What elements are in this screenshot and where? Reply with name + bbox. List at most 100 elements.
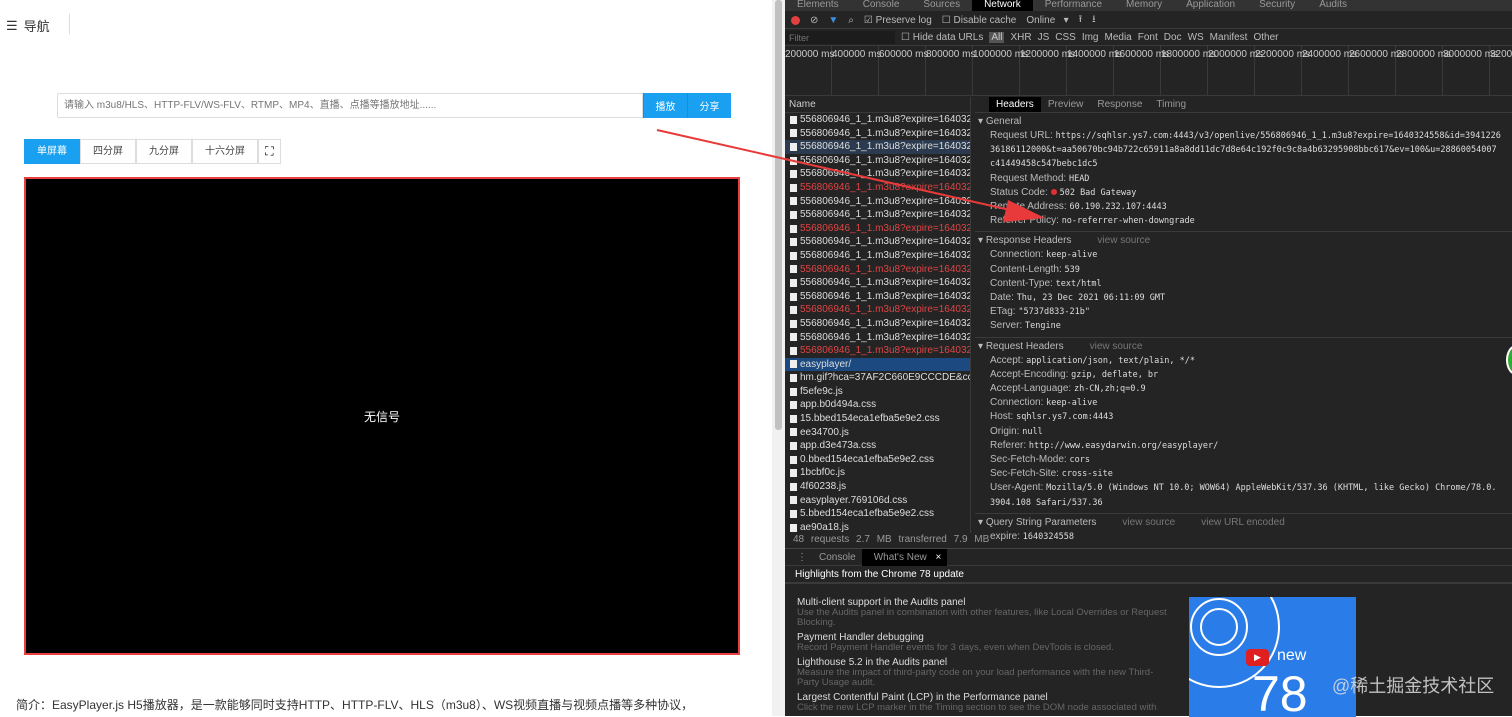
filter-type-doc[interactable]: Doc: [1164, 32, 1182, 43]
tab-performance[interactable]: Performance: [1033, 0, 1114, 11]
request-row[interactable]: ae90a18.js: [785, 521, 970, 533]
export-icon[interactable]: ⭳: [1092, 12, 1096, 29]
request-row[interactable]: 5.bbed154eca1efba5e9e2.css: [785, 507, 970, 521]
header-key: Connection:: [990, 397, 1044, 409]
name-column-header[interactable]: Name: [785, 97, 970, 113]
filter-type-xhr[interactable]: XHR: [1010, 32, 1031, 43]
video-thumbnail[interactable]: ▶ new 78: [1189, 597, 1356, 717]
disable-cache-checkbox[interactable]: ☐ Disable cache: [942, 15, 1017, 26]
record-icon[interactable]: [791, 16, 800, 25]
request-row[interactable]: app.d3e473a.css: [785, 439, 970, 453]
file-icon: [790, 319, 797, 328]
video-player[interactable]: 无信号: [24, 177, 740, 655]
request-row[interactable]: 556806946_1_1.m3u8?expire=164032...: [785, 154, 970, 168]
request-row[interactable]: 556806946_1_1.m3u8?expire=164032...: [785, 140, 970, 154]
preserve-log-checkbox[interactable]: ☑ Preserve log: [864, 15, 932, 26]
clear-icon[interactable]: ⊘: [810, 15, 818, 26]
tab-whats-new[interactable]: What's New ×: [861, 548, 948, 566]
drawer-menu-icon[interactable]: ⋮: [791, 549, 813, 566]
request-row[interactable]: 556806946_1_1.m3u8?expire=164032...: [785, 181, 970, 195]
request-row[interactable]: 556806946_1_1.m3u8?expire=164032...: [785, 167, 970, 181]
request-row[interactable]: 556806946_1_1.m3u8?expire=164032...: [785, 127, 970, 141]
header-key: ETag:: [990, 306, 1016, 318]
play-button[interactable]: 播放: [643, 93, 687, 118]
request-name: 556806946_1_1.m3u8?expire=164032...: [800, 154, 970, 166]
tab-application[interactable]: Application: [1174, 0, 1247, 11]
tab-console[interactable]: Console: [813, 549, 862, 566]
devtools: Elements Console Sources Network Performance…: [785, 0, 1512, 717]
request-row[interactable]: 556806946_1_1.m3u8?expire=164032...: [785, 317, 970, 331]
request-name: 556806946_1_1.m3u8?expire=164032...: [800, 209, 970, 221]
request-row[interactable]: 556806946_1_1.m3u8?expire=164032...: [785, 303, 970, 317]
throttle-select[interactable]: Online ▾: [1026, 15, 1068, 26]
request-row[interactable]: 4f60238.js: [785, 480, 970, 494]
hide-data-urls-checkbox[interactable]: ☐ Hide data URLs: [901, 32, 983, 43]
request-row[interactable]: ee34700.js: [785, 426, 970, 440]
filter-type-ws[interactable]: WS: [1188, 32, 1204, 43]
header-key: expire:: [990, 530, 1021, 542]
tab-elements[interactable]: Elements: [785, 0, 851, 11]
filter-type-img[interactable]: Img: [1082, 32, 1099, 43]
request-row[interactable]: 556806946_1_1.m3u8?expire=164032...: [785, 263, 970, 277]
request-row[interactable]: 0.bbed154eca1efba5e9e2.css: [785, 453, 970, 467]
fullscreen-icon[interactable]: ⛶: [258, 139, 281, 164]
header-value: 60.190.232.107:4443: [1069, 202, 1167, 213]
request-row[interactable]: 556806946_1_1.m3u8?expire=164032...: [785, 344, 970, 358]
request-row[interactable]: 1bcbf0c.js: [785, 466, 970, 480]
network-timeline[interactable]: 200000 ms400000 ms600000 ms800000 ms1000…: [785, 46, 1512, 96]
tab-memory[interactable]: Memory: [1114, 0, 1174, 11]
tab-console[interactable]: Console: [851, 0, 912, 11]
request-row[interactable]: 556806946_1_1.m3u8?expire=164032...: [785, 290, 970, 304]
share-button[interactable]: 分享: [687, 93, 731, 118]
request-row[interactable]: f5efe9c.js: [785, 385, 970, 399]
file-icon: [790, 414, 797, 423]
filter-type-other[interactable]: Other: [1253, 32, 1278, 43]
request-row[interactable]: 556806946_1_1.m3u8?expire=164032...: [785, 222, 970, 236]
request-row[interactable]: 556806946_1_1.m3u8?expire=164032...: [785, 249, 970, 263]
request-row[interactable]: 556806946_1_1.m3u8?expire=164032...: [785, 331, 970, 345]
request-row[interactable]: easyplayer/: [785, 357, 970, 372]
tab-response[interactable]: Response: [1090, 97, 1149, 112]
request-row[interactable]: 556806946_1_1.m3u8?expire=164032...: [785, 208, 970, 222]
tab-security[interactable]: Security: [1247, 0, 1307, 11]
file-icon: [790, 265, 797, 274]
request-row[interactable]: 556806946_1_1.m3u8?expire=164032...: [785, 195, 970, 209]
header-key: User-Agent:: [990, 482, 1044, 494]
play-icon[interactable]: ▶: [1246, 649, 1269, 666]
tab-network[interactable]: Network: [972, 0, 1033, 11]
filter-icon[interactable]: ▼: [828, 15, 838, 26]
split-four[interactable]: 四分屏: [80, 139, 136, 164]
split-sixteen[interactable]: 十六分屏: [192, 139, 258, 164]
request-row[interactable]: 556806946_1_1.m3u8?expire=164032...: [785, 276, 970, 290]
request-row[interactable]: 15.bbed154eca1efba5e9e2.css: [785, 412, 970, 426]
header-value: zh-CN,zh;q=0.9: [1073, 384, 1146, 395]
tab-audits[interactable]: Audits: [1307, 0, 1359, 11]
split-nine[interactable]: 九分屏: [136, 139, 192, 164]
filter-type-all[interactable]: All: [989, 32, 1005, 43]
filter-type-js[interactable]: JS: [1038, 32, 1050, 43]
request-row[interactable]: app.b0d494a.css: [785, 398, 970, 412]
filter-type-media[interactable]: Media: [1105, 32, 1132, 43]
request-row[interactable]: 556806946_1_1.m3u8?expire=164032...: [785, 235, 970, 249]
filter-type-manifest[interactable]: Manifest: [1210, 32, 1248, 43]
tab-headers[interactable]: Headers: [989, 97, 1041, 112]
filter-type-css[interactable]: CSS: [1055, 32, 1076, 43]
tab-sources[interactable]: Sources: [911, 0, 972, 11]
url-input[interactable]: [57, 93, 643, 118]
header-entry: Sec-Fetch-Mode: cors: [975, 453, 1512, 467]
import-icon[interactable]: ⭱: [1079, 12, 1083, 29]
filter-type-font[interactable]: Font: [1138, 32, 1158, 43]
search-icon[interactable]: ⌕: [848, 15, 854, 26]
request-row[interactable]: easyplayer.769106d.css: [785, 494, 970, 508]
split-single[interactable]: 单屏幕: [24, 139, 80, 164]
network-summary: 48 requests 2.7 MB transferred 7.9 MB: [793, 534, 990, 545]
request-row[interactable]: hm.gif?hca=37AF2C660E9CCCDE&cc=...: [785, 371, 970, 385]
page-scrollbar[interactable]: [772, 0, 785, 716]
timeline-tick: 3200000 ms: [1490, 46, 1512, 95]
tab-timing[interactable]: Timing: [1149, 97, 1193, 112]
request-row[interactable]: 556806946_1_1.m3u8?expire=164032...: [785, 113, 970, 127]
header-value: text/html: [1055, 278, 1102, 289]
nav-toggle[interactable]: ☰ 导航: [6, 16, 50, 35]
filter-input[interactable]: [785, 31, 895, 44]
tab-preview[interactable]: Preview: [1041, 97, 1091, 112]
